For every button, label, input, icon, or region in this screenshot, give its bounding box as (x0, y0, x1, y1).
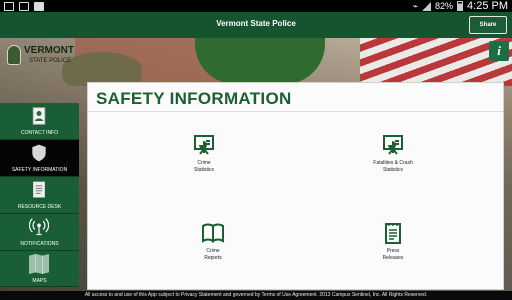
system-indicators: ⌁ 82% 4:25 PM (413, 0, 508, 12)
crime-reports-tile[interactable]: Crime Reports (163, 221, 263, 277)
sidebar-item-contact-info[interactable]: CONTACT INFO (0, 103, 79, 140)
legal-footer: All access to and use of this App subjec… (0, 291, 512, 300)
crime-statistics-tile[interactable]: Crime Statistics (154, 133, 254, 189)
logo-line-1: VERMONT (24, 45, 74, 56)
store-icon (34, 1, 44, 11)
sidebar-item-label: MAPS (32, 278, 47, 284)
page-title: SAFETY INFORMATION (96, 89, 292, 108)
safety-information-panel: SAFETY INFORMATION Crime Statistics Fata… (87, 82, 504, 290)
app-title: Vermont State Police (216, 19, 296, 28)
app-header: Vermont State Police Share (0, 12, 512, 38)
press-releases-tile[interactable]: Press Releases (343, 221, 443, 277)
title-divider (88, 111, 503, 112)
logo-line-2: STATE POLICE (29, 58, 72, 64)
sidebar-nav: CONTACT INFO SAFETY INFORMATION RESOURCE… (0, 103, 79, 290)
status-bar: ⌁ 82% 4:25 PM (0, 0, 512, 12)
sidebar-item-label: CONTACT INFO (20, 130, 59, 136)
mail-icon (4, 1, 14, 11)
broadcast-icon (29, 217, 49, 237)
presentation-chart-icon (192, 133, 216, 157)
clock: 4:25 PM (467, 0, 508, 12)
sidebar-item-label: NOTIFICATIONS (20, 241, 59, 247)
fatalities-crash-statistics-tile[interactable]: Fatalities & Crash Statistics (343, 133, 443, 189)
document-icon (29, 180, 49, 200)
trees-image (195, 38, 325, 84)
vermont-state-police-logo: VERMONT STATE POLICE (4, 44, 74, 68)
tile-label: Crime Reports (204, 248, 222, 261)
tile-label: Fatalities & Crash Statistics (373, 160, 413, 173)
sidebar-item-label: RESOURCE DESK (17, 204, 62, 210)
badge-icon (7, 45, 21, 65)
tile-label: Crime Statistics (193, 160, 214, 173)
notification-icons (4, 1, 44, 11)
sidebar-item-maps[interactable]: MAPS (0, 251, 79, 287)
briefcase-icon (19, 1, 29, 11)
sidebar-item-label: SAFETY INFORMATION (11, 167, 68, 173)
sidebar-item-resource-desk[interactable]: RESOURCE DESK (0, 177, 79, 214)
tile-label: Press Releases (382, 248, 404, 261)
battery-icon (457, 1, 464, 11)
signal-icon (422, 1, 432, 11)
trooper-hat-image (62, 52, 142, 86)
presentation-chart-icon (381, 133, 405, 157)
map-icon (29, 254, 49, 274)
wifi-icon: ⌁ (412, 0, 419, 11)
sidebar-item-safety-information[interactable]: SAFETY INFORMATION (0, 140, 79, 177)
shield-icon (29, 143, 49, 163)
book-icon (201, 221, 225, 245)
share-button[interactable]: Share (469, 16, 507, 34)
notepad-icon (381, 221, 405, 245)
sidebar-item-notifications[interactable]: NOTIFICATIONS (0, 214, 79, 251)
battery-percent: 82% (435, 1, 454, 11)
contact-card-icon (29, 106, 49, 126)
info-icon[interactable]: i (489, 41, 509, 61)
